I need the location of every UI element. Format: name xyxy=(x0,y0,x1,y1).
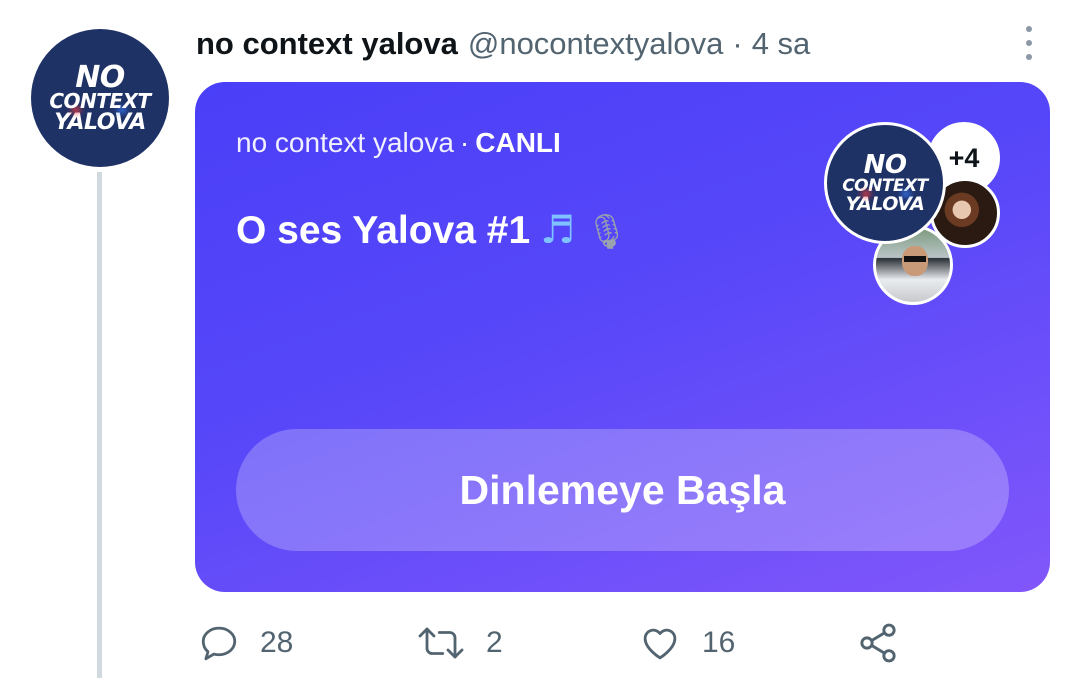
host-logo-line-3: YALOVA xyxy=(845,192,925,215)
header-separator: · xyxy=(732,26,743,61)
music-notes-icon: ♬ xyxy=(540,208,576,253)
siren-light-red xyxy=(861,191,871,197)
timestamp[interactable]: 4 sa xyxy=(752,26,811,62)
reply-button[interactable]: 28 xyxy=(198,614,293,672)
avatar-logo-line-3: YALOVA xyxy=(54,109,146,135)
space-host-name: no context yalova xyxy=(236,127,454,158)
space-title: O ses Yalova #1 xyxy=(236,209,531,252)
reply-count: 28 xyxy=(260,626,294,659)
share-button[interactable] xyxy=(856,614,900,672)
more-icon[interactable] xyxy=(1014,26,1044,60)
handle[interactable]: @nocontextyalova xyxy=(468,26,724,62)
live-status: CANLI xyxy=(475,127,561,158)
space-card[interactable]: no context yalova · CANLI O ses Yalova #1 ♬… xyxy=(195,82,1050,592)
host-avatar: NO CONTEXT YALOVA xyxy=(824,122,946,244)
like-icon xyxy=(643,628,677,660)
like-button[interactable]: 16 xyxy=(638,614,735,672)
siren-light-blue xyxy=(901,191,911,197)
retweet-button[interactable]: 2 xyxy=(416,614,503,672)
like-count: 16 xyxy=(702,626,736,659)
start-listening-button[interactable]: Dinlemeye Başla xyxy=(236,429,1009,551)
reply-icon xyxy=(201,626,237,661)
avatar-logo-line-2: CONTEXT xyxy=(49,89,151,114)
microphone-icon: 🎙 xyxy=(585,212,629,252)
display-name[interactable]: no context yalova xyxy=(196,26,458,62)
retweet-count: 2 xyxy=(486,626,503,659)
author-avatar[interactable]: NO CONTEXT YALOVA xyxy=(31,29,169,167)
tweet-header: no context yalova @nocontextyalova · 4 s… xyxy=(196,24,810,64)
space-title-row: O ses Yalova #1 ♬ 🎙 xyxy=(236,208,628,253)
thread-line xyxy=(97,172,102,678)
share-icon xyxy=(860,623,896,663)
space-host-line: no context yalova · CANLI xyxy=(236,127,561,159)
avatar-logo-line-1: NO xyxy=(75,59,125,95)
tweet-actions: 28 2 16 xyxy=(196,614,916,674)
host-logo-line-1: NO xyxy=(863,149,907,180)
retweet-icon xyxy=(418,627,464,659)
space-separator: · xyxy=(459,127,470,158)
